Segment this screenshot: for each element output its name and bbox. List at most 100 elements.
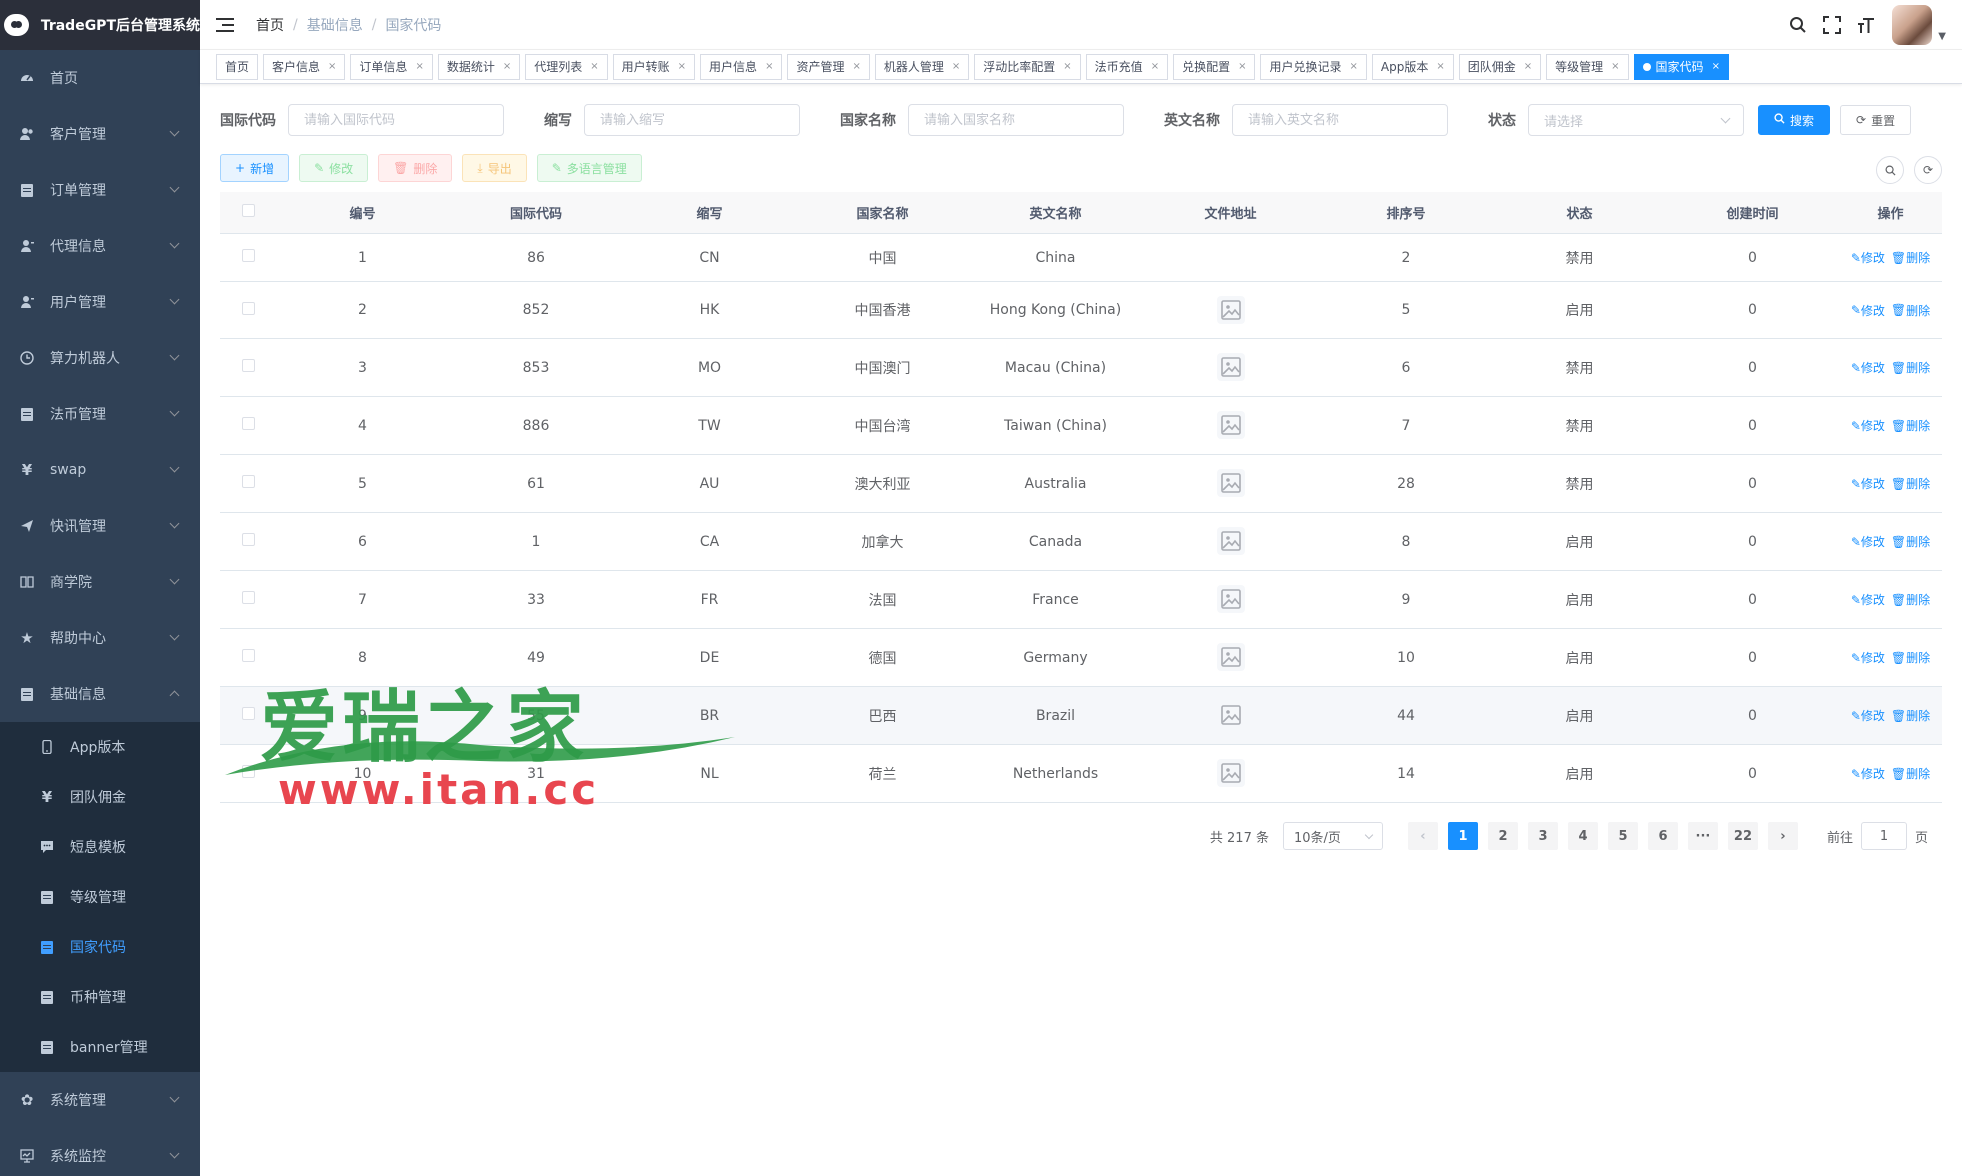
close-icon[interactable]: × bbox=[590, 61, 598, 72]
tag-5[interactable]: 用户转账 × bbox=[612, 53, 696, 80]
reset-button[interactable]: ⟳ 重置 bbox=[1840, 105, 1912, 135]
table-row[interactable]: 10 31 NL 荷兰 Netherlands 14 启用 0 ✎ 修改 🗑 删除 bbox=[220, 745, 1942, 803]
row-edit-link[interactable]: ✎ 修改 bbox=[1851, 359, 1885, 376]
sidebar-item-8[interactable]: 快讯管理 bbox=[0, 498, 200, 554]
sidebar-item-11[interactable]: 基础信息 bbox=[0, 666, 200, 722]
page-size-select[interactable]: 10条/页 bbox=[1282, 822, 1383, 850]
close-icon[interactable]: × bbox=[952, 61, 960, 72]
multilang-button[interactable]: ✎ 多语言管理 bbox=[536, 154, 642, 182]
close-icon[interactable]: × bbox=[1350, 61, 1358, 72]
tag-13[interactable]: App版本 × bbox=[1371, 53, 1454, 80]
row-delete-link[interactable]: 🗑 删除 bbox=[1891, 475, 1930, 492]
row-edit-link[interactable]: ✎ 修改 bbox=[1851, 591, 1885, 608]
row-edit-link[interactable]: ✎ 修改 bbox=[1851, 417, 1885, 434]
tag-9[interactable]: 浮动比率配置 × bbox=[974, 53, 1081, 80]
row-edit-link[interactable]: ✎ 修改 bbox=[1851, 649, 1885, 666]
table-row[interactable]: 8 49 DE 德国 Germany 10 启用 0 ✎ 修改 🗑 删除 bbox=[220, 629, 1942, 687]
tag-8[interactable]: 机器人管理 × bbox=[874, 53, 970, 80]
image-placeholder-icon[interactable] bbox=[1216, 295, 1245, 324]
tag-15[interactable]: 等级管理 × bbox=[1546, 53, 1629, 80]
page-number-button[interactable]: 4 bbox=[1567, 822, 1598, 850]
add-button[interactable]: + 新增 bbox=[220, 154, 290, 182]
more-pages-icon[interactable]: ··· bbox=[1687, 822, 1718, 850]
english-name-input[interactable] bbox=[1232, 104, 1448, 136]
close-icon[interactable]: × bbox=[1063, 61, 1071, 72]
table-row[interactable]: 4 886 TW 中国台湾 Taiwan (China) 7 禁用 0 ✎ 修改 🗑 删除 bbox=[220, 397, 1942, 455]
table-row[interactable]: 7 33 FR 法国 France 9 启用 0 ✎ 修改 🗑 删除 bbox=[220, 571, 1942, 629]
image-placeholder-icon[interactable] bbox=[1216, 469, 1245, 497]
tag-11[interactable]: 兑换配置 × bbox=[1173, 53, 1256, 80]
tag-16[interactable]: 国家代码 × bbox=[1633, 53, 1729, 80]
close-icon[interactable]: × bbox=[415, 61, 423, 72]
delete-button[interactable]: 🗑 删除 bbox=[378, 154, 453, 182]
caret-down-icon[interactable]: ▼ bbox=[1938, 31, 1946, 42]
select-all-checkbox[interactable] bbox=[241, 204, 255, 217]
page-number-button[interactable]: 3 bbox=[1527, 822, 1558, 850]
row-checkbox[interactable] bbox=[241, 249, 255, 262]
close-icon[interactable]: × bbox=[1238, 61, 1246, 72]
page-number-button[interactable]: 2 bbox=[1487, 822, 1518, 850]
tag-7[interactable]: 资产管理 × bbox=[787, 53, 870, 80]
page-number-button[interactable]: 1 bbox=[1447, 822, 1478, 850]
country-name-input[interactable] bbox=[908, 104, 1124, 136]
row-checkbox[interactable] bbox=[241, 707, 255, 720]
row-edit-link[interactable]: ✎ 修改 bbox=[1851, 707, 1885, 724]
row-edit-link[interactable]: ✎ 修改 bbox=[1851, 765, 1885, 782]
sidebar-item-4[interactable]: 用户管理 bbox=[0, 274, 200, 330]
image-placeholder-icon[interactable] bbox=[1216, 527, 1245, 555]
abbr-input[interactable] bbox=[584, 104, 800, 136]
row-delete-link[interactable]: 🗑 删除 bbox=[1891, 359, 1930, 376]
submenu-item-6[interactable]: banner管理 bbox=[0, 1022, 200, 1072]
row-checkbox[interactable] bbox=[241, 765, 255, 778]
search-icon[interactable] bbox=[1788, 15, 1808, 35]
image-placeholder-icon[interactable] bbox=[1216, 701, 1245, 729]
next-page-button[interactable]: › bbox=[1767, 822, 1798, 850]
row-checkbox[interactable] bbox=[241, 649, 255, 662]
sidebar-item-5[interactable]: 算力机器人 bbox=[0, 330, 200, 386]
sidebar-item-7[interactable]: ¥ swap bbox=[0, 442, 200, 498]
status-select[interactable]: 请选择 bbox=[1528, 104, 1744, 136]
avatar[interactable] bbox=[1892, 5, 1933, 45]
close-icon[interactable]: × bbox=[1712, 61, 1720, 72]
tag-2[interactable]: 订单信息 × bbox=[350, 53, 433, 80]
sidebar-bottom-item-1[interactable]: 系统监控 bbox=[0, 1128, 200, 1176]
code-input[interactable] bbox=[288, 104, 504, 136]
page-number-button[interactable]: 22 bbox=[1727, 822, 1758, 850]
row-checkbox[interactable] bbox=[241, 417, 255, 430]
image-placeholder-icon[interactable] bbox=[1216, 585, 1245, 613]
close-icon[interactable]: × bbox=[1436, 61, 1444, 72]
table-row[interactable]: 2 852 HK 中国香港 Hong Kong (China) 5 启用 0 ✎ 修改 🗑 删除 bbox=[220, 282, 1942, 339]
sidebar-item-10[interactable]: ★ 帮助中心 bbox=[0, 610, 200, 666]
page-number-button[interactable]: 5 bbox=[1607, 822, 1638, 850]
sidebar-item-2[interactable]: 订单管理 bbox=[0, 162, 200, 218]
submenu-item-1[interactable]: ¥ 团队佣金 bbox=[0, 772, 200, 822]
logo[interactable]: TradeGPT后台管理系统 bbox=[0, 0, 200, 50]
submenu-item-4[interactable]: 国家代码 bbox=[0, 922, 200, 972]
page-number-button[interactable]: 6 bbox=[1647, 822, 1678, 850]
toggle-search-icon[interactable] bbox=[1876, 156, 1904, 184]
breadcrumb-home[interactable]: 首页 bbox=[256, 15, 284, 35]
sidebar-item-6[interactable]: 法币管理 bbox=[0, 386, 200, 442]
tag-10[interactable]: 法币充值 × bbox=[1085, 53, 1169, 80]
export-button[interactable]: ⤓ 导出 bbox=[462, 154, 527, 182]
submenu-item-3[interactable]: 等级管理 bbox=[0, 872, 200, 922]
table-row[interactable]: 6 1 CA 加拿大 Canada 8 启用 0 ✎ 修改 🗑 删除 bbox=[220, 513, 1942, 571]
row-edit-link[interactable]: ✎ 修改 bbox=[1851, 249, 1885, 266]
image-placeholder-icon[interactable] bbox=[1216, 411, 1245, 439]
close-icon[interactable]: × bbox=[765, 61, 773, 72]
row-checkbox[interactable] bbox=[241, 301, 255, 315]
image-placeholder-icon[interactable] bbox=[1216, 643, 1245, 671]
close-icon[interactable]: × bbox=[1151, 61, 1159, 72]
image-placeholder-icon[interactable] bbox=[1216, 353, 1245, 381]
goto-page-input[interactable] bbox=[1860, 822, 1907, 850]
row-checkbox[interactable] bbox=[241, 359, 255, 372]
row-delete-link[interactable]: 🗑 删除 bbox=[1891, 249, 1930, 266]
close-icon[interactable]: × bbox=[1524, 61, 1532, 72]
fullscreen-icon[interactable] bbox=[1822, 15, 1842, 35]
row-edit-link[interactable]: ✎ 修改 bbox=[1851, 533, 1885, 550]
row-checkbox[interactable] bbox=[241, 591, 255, 604]
tag-6[interactable]: 用户信息 × bbox=[700, 53, 783, 80]
row-delete-link[interactable]: 🗑 删除 bbox=[1891, 302, 1930, 319]
row-edit-link[interactable]: ✎ 修改 bbox=[1851, 302, 1885, 319]
submenu-item-0[interactable]: App版本 bbox=[0, 722, 200, 772]
